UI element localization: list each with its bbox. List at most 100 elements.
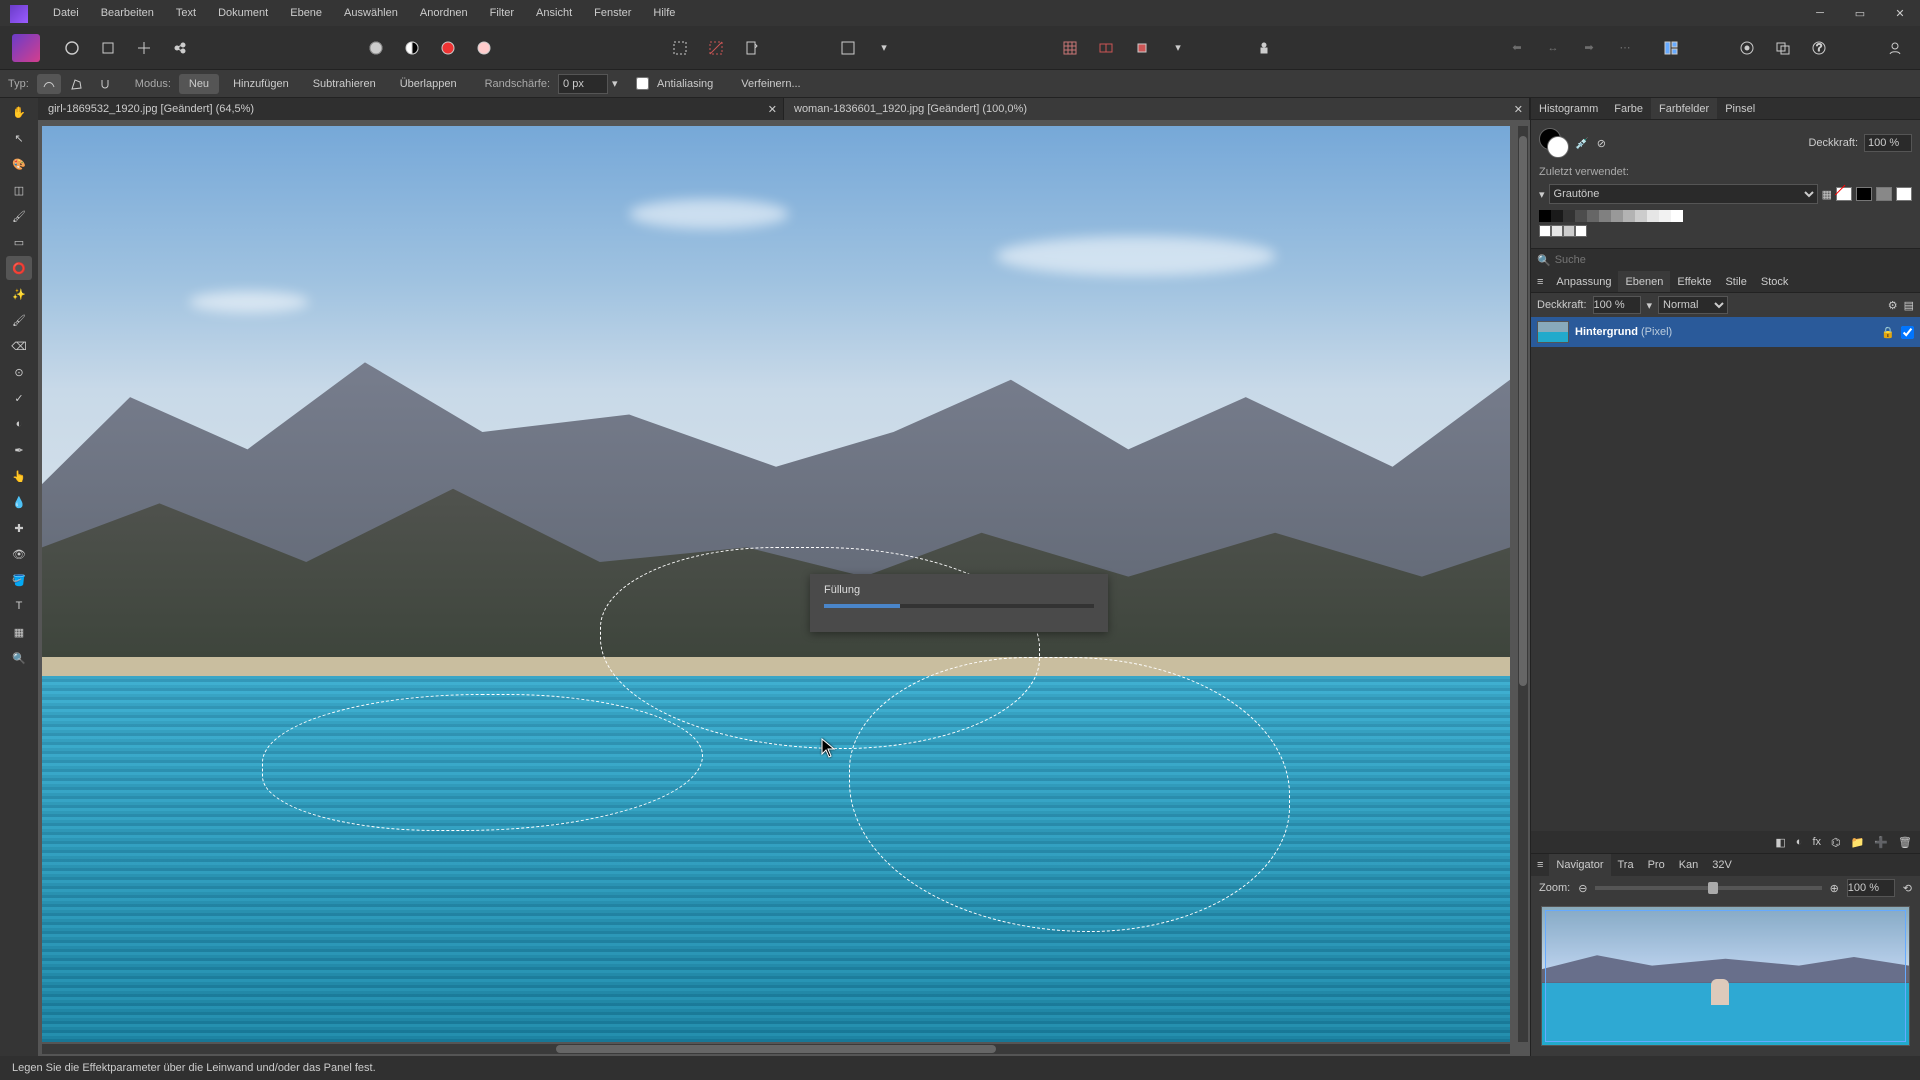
swatch[interactable] <box>1647 210 1659 222</box>
align-left-button[interactable]: ⬅ <box>1502 33 1532 63</box>
tab-32v[interactable]: 32V <box>1705 854 1739 876</box>
quick-mask-button[interactable] <box>833 33 863 63</box>
tab-anpassung[interactable]: Anpassung <box>1549 271 1618 292</box>
swatch-black[interactable] <box>1856 187 1872 201</box>
randschaerfe-input[interactable] <box>558 74 608 94</box>
deckkraft-input[interactable] <box>1864 134 1912 152</box>
canvas[interactable]: Füllung <box>42 126 1510 1042</box>
swatch[interactable] <box>1587 210 1599 222</box>
window-maximize-button[interactable]: ▭ <box>1840 0 1880 26</box>
tab-protocol[interactable]: Pro <box>1641 854 1672 876</box>
quick-mask-dropdown[interactable]: ▾ <box>869 33 899 63</box>
verfeinern-button[interactable]: Verfeinern... <box>731 74 810 94</box>
swatch-mid[interactable] <box>1876 187 1892 201</box>
snapping-button[interactable] <box>1127 33 1157 63</box>
eyedropper-icon[interactable]: 💉 <box>1575 137 1589 150</box>
layer-mask-icon[interactable]: ◧ <box>1775 836 1785 849</box>
tab-stile[interactable]: Stile <box>1718 271 1753 292</box>
type-polygon-button[interactable] <box>65 74 89 94</box>
tab-histogramm[interactable]: Histogramm <box>1531 98 1606 119</box>
color-preview[interactable] <box>1539 128 1569 158</box>
chevron-down-icon[interactable]: ▾ <box>1539 188 1545 201</box>
split-view-button[interactable] <box>1091 33 1121 63</box>
tab-farbfelder[interactable]: Farbfelder <box>1651 98 1717 119</box>
persona-develop-button[interactable] <box>129 33 159 63</box>
recent-swatch[interactable] <box>1551 225 1563 237</box>
swatch[interactable] <box>1635 210 1647 222</box>
blend-mode-select[interactable]: Normal <box>1658 296 1728 314</box>
layer-search-input[interactable] <box>1555 254 1914 266</box>
menu-ansicht[interactable]: Ansicht <box>525 0 583 26</box>
layer-group-icon[interactable]: 📁 <box>1851 836 1865 849</box>
swatch[interactable] <box>1551 210 1563 222</box>
zoom-out-button[interactable]: ⊖ <box>1578 882 1587 895</box>
tab-channels[interactable]: Kan <box>1672 854 1706 876</box>
menu-hilfe[interactable]: Hilfe <box>642 0 686 26</box>
mesh-tool[interactable]: ▦ <box>6 620 32 644</box>
tab-navigator[interactable]: Navigator <box>1549 854 1610 876</box>
randschaerfe-stepper[interactable]: ▾ <box>612 77 624 90</box>
help-button[interactable]: ? <box>1804 33 1834 63</box>
layer-item[interactable]: Hintergrund (Pixel) 🔒 <box>1531 317 1920 347</box>
swatch[interactable] <box>1611 210 1623 222</box>
persona-liquify-button[interactable] <box>93 33 123 63</box>
blur-tool[interactable]: 💧 <box>6 490 32 514</box>
horizontal-scrollbar[interactable] <box>42 1044 1510 1054</box>
navigator-preview[interactable] <box>1541 906 1910 1046</box>
layer-visibility-checkbox[interactable] <box>1901 326 1914 339</box>
layer-fx-icon[interactable]: fx <box>1812 836 1821 848</box>
recent-swatch[interactable] <box>1563 225 1575 237</box>
swatch[interactable] <box>1539 210 1551 222</box>
fill-tool[interactable]: 🪣 <box>6 568 32 592</box>
mode-ueberlappen-button[interactable]: Überlappen <box>390 74 467 94</box>
menu-dokument[interactable]: Dokument <box>207 0 279 26</box>
layer-add-icon[interactable]: ➕ <box>1874 836 1888 849</box>
paint-brush-tool[interactable]: 🖌 <box>6 308 32 332</box>
swatch[interactable] <box>1623 210 1635 222</box>
erase-tool[interactable]: ⌫ <box>6 334 32 358</box>
swatch-view-grid-icon[interactable]: ▦ <box>1822 188 1832 201</box>
document-tab[interactable]: woman-1836601_1920.jpg [Geändert] (100,0… <box>784 98 1530 120</box>
none-color-icon[interactable]: ⊘ <box>1597 137 1606 150</box>
persona-photo-button[interactable] <box>57 33 87 63</box>
menu-fenster[interactable]: Fenster <box>583 0 642 26</box>
mode-hinzufuegen-button[interactable]: Hinzufügen <box>223 74 299 94</box>
arrange-button[interactable] <box>1656 33 1686 63</box>
crop-tool[interactable]: ◫ <box>6 178 32 202</box>
lock-icon[interactable]: 🔒 <box>1881 326 1895 339</box>
window-close-button[interactable]: ✕ <box>1880 0 1920 26</box>
black-white-button[interactable] <box>397 33 427 63</box>
tab-close-button[interactable]: ✕ <box>768 103 777 116</box>
tab-farbe[interactable]: Farbe <box>1606 98 1651 119</box>
layer-adjust-icon[interactable]: ◐ <box>1796 836 1803 848</box>
swatch-preset-select[interactable]: Grautöne <box>1549 184 1818 204</box>
document-tab[interactable]: girl-1869532_1920.jpg [Geändert] (64,5%)… <box>38 98 784 120</box>
hue-button[interactable] <box>433 33 463 63</box>
align-right-button[interactable]: ➡ <box>1574 33 1604 63</box>
smudge-tool[interactable]: 👆 <box>6 464 32 488</box>
swatch-white[interactable] <box>1896 187 1912 201</box>
menu-text[interactable]: Text <box>165 0 207 26</box>
swatch[interactable] <box>1563 210 1575 222</box>
assets-button[interactable] <box>1768 33 1798 63</box>
inpaint-tool[interactable]: ✓ <box>6 386 32 410</box>
tab-close-button[interactable]: ✕ <box>1514 103 1523 116</box>
tint-button[interactable] <box>469 33 499 63</box>
swatch[interactable] <box>1575 210 1587 222</box>
marquee-tool[interactable]: ▭ <box>6 230 32 254</box>
move-tool[interactable]: ↖ <box>6 126 32 150</box>
menu-ebene[interactable]: Ebene <box>279 0 333 26</box>
window-minimize-button[interactable]: ─ <box>1800 0 1840 26</box>
type-freehand-button[interactable] <box>37 74 61 94</box>
tab-transform[interactable]: Tra <box>1611 854 1641 876</box>
recent-swatch[interactable] <box>1539 225 1551 237</box>
gear-icon[interactable]: ⚙ <box>1888 299 1898 312</box>
heal-tool[interactable]: ✚ <box>6 516 32 540</box>
color-picker-tool[interactable]: 🎨 <box>6 152 32 176</box>
assistant-button[interactable] <box>1249 33 1279 63</box>
zoom-slider[interactable] <box>1595 886 1821 890</box>
selection-brush-tool[interactable]: 🖌 <box>6 204 32 228</box>
navigator-viewport-box[interactable] <box>1545 910 1906 1042</box>
chevron-down-icon[interactable]: ▾ <box>1647 299 1653 312</box>
swatch[interactable] <box>1599 210 1611 222</box>
